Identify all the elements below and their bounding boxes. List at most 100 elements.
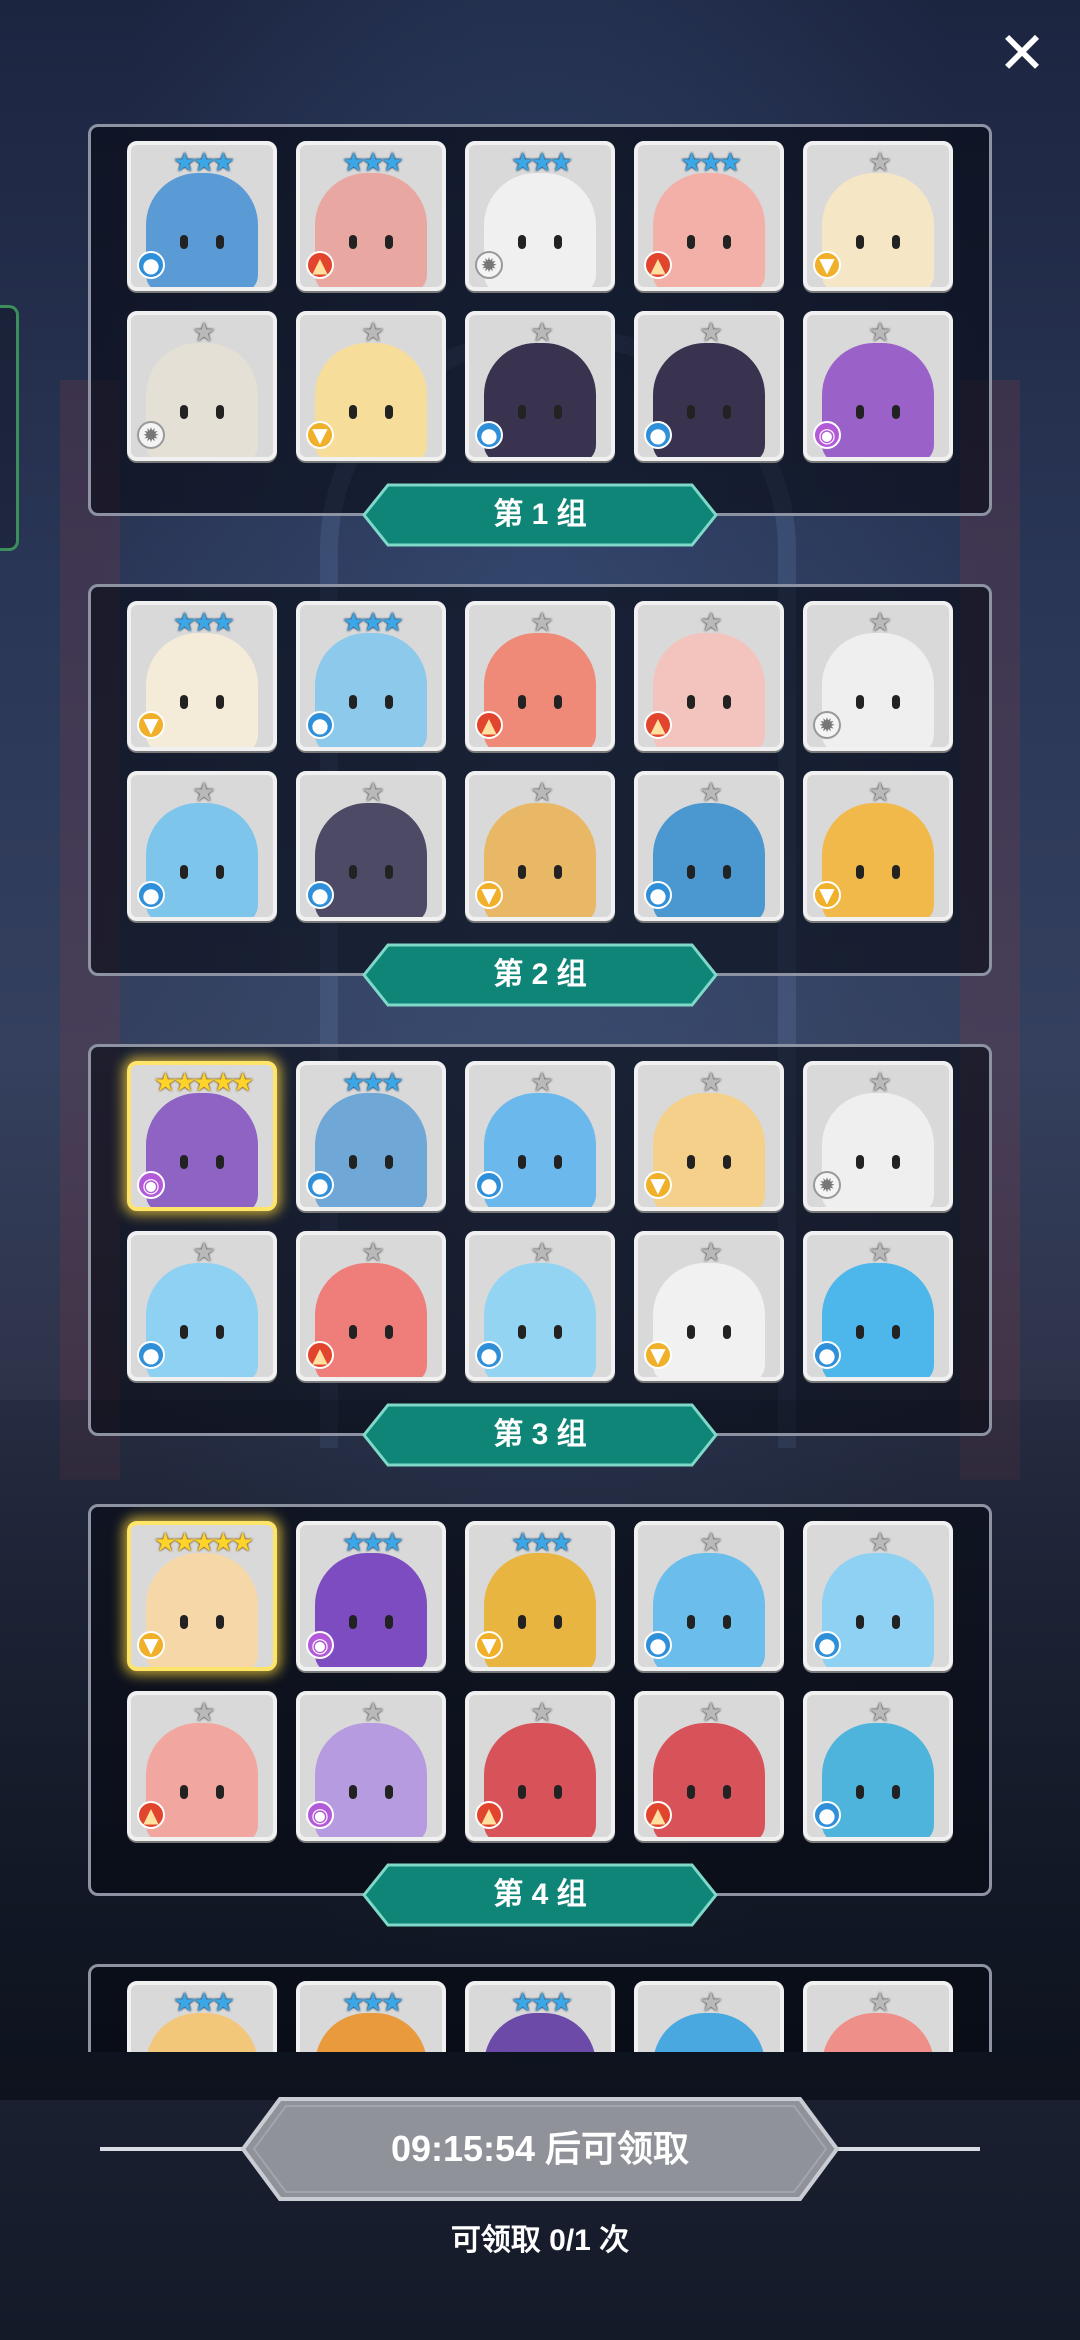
close-icon: ✕ <box>997 21 1047 86</box>
hero-card[interactable]: ★▲ <box>127 1691 277 1841</box>
hero-grid: ★★★ ● ★★★ ▲ ★★★ ✹ ★★★ ▲ ★ ▼ ★ ✹ ★ ▼ ★ ● ★ ● ★ ◉ <box>127 141 953 461</box>
star-rating: ★ <box>699 1238 722 1268</box>
hero-card[interactable]: ★● <box>634 771 784 921</box>
hero-card[interactable]: ★▲ <box>634 1691 784 1841</box>
hero-eye <box>892 1155 900 1169</box>
hero-card[interactable]: ★● <box>634 311 784 461</box>
hero-portrait <box>484 1723 596 1837</box>
hero-card[interactable]: ★● <box>803 1231 953 1381</box>
water-element-icon: ● <box>137 251 165 279</box>
hero-card[interactable]: ★▲ <box>296 1231 446 1381</box>
hero-portrait <box>146 2013 258 2052</box>
hero-card[interactable]: ★▲ <box>634 601 784 751</box>
hero-card[interactable]: ★● <box>465 311 615 461</box>
hero-eye <box>687 695 695 709</box>
hero-card[interactable]: ★ ◉ <box>296 1691 446 1841</box>
hero-portrait <box>822 803 934 917</box>
hero-portrait <box>822 1093 934 1207</box>
claim-button-label: 09:15:54 后可领取 <box>390 2128 690 2169</box>
hero-card[interactable]: ★★★◉ <box>296 1521 446 1671</box>
star-rating: ★★★★★ <box>153 1528 255 1558</box>
group-list[interactable]: ★★★ ● ★★★ ▲ ★★★ ✹ ★★★ ▲ ★ ▼ ★ ✹ ★ ▼ ★ ● ★ ● ★ ◉ 第 1 组 ★★★ ▼ ★★★… <box>0 120 1080 2052</box>
fire-element-icon: ▲ <box>306 1341 334 1369</box>
hero-card[interactable]: ★★★▼ <box>465 1521 615 1671</box>
hero-portrait <box>484 1093 596 1207</box>
group-panel: ★★★ ● ★★★ ▲ ★★★ ✹ ★★★ ▲ ★ ▼ ★ ✹ ★ ▼ ★ ● ★ ● ★ ◉ 第 1 组 <box>88 124 992 547</box>
hero-card[interactable]: ★★★ ● <box>127 141 277 291</box>
hero-eye <box>349 1325 357 1339</box>
hero-eye <box>216 1785 224 1799</box>
hero-card[interactable]: ★● <box>465 1061 615 1211</box>
group-panel: ★★★ ▼ ★★★ ● ★ ▲ ★ ▲ ★ ✹ ★ ● ★ ● ★ ▼ ★ ● ★ ▼ 第 2 组 <box>88 584 992 1007</box>
hero-portrait <box>822 633 934 747</box>
hero-eye <box>554 695 562 709</box>
hero-card[interactable]: ★ ▼ <box>803 771 953 921</box>
star-rating: ★ <box>868 1528 891 1558</box>
star-rating: ★ <box>699 1068 722 1098</box>
hero-card[interactable]: ★★★▼ <box>127 601 277 751</box>
hero-card[interactable]: ★★★◉ <box>465 1981 615 2052</box>
hero-portrait <box>146 1723 258 1837</box>
hero-card[interactable]: ★★★ ✹ <box>465 141 615 291</box>
star-rating: ★ <box>530 778 553 808</box>
dark-element-icon: ◉ <box>306 1801 334 1829</box>
hero-card[interactable]: ★★★▼ <box>127 1981 277 2052</box>
hero-card[interactable]: ★ ▼ <box>634 1231 784 1381</box>
hero-card[interactable]: ★● <box>127 771 277 921</box>
hero-card[interactable]: ★ ◉ <box>803 311 953 461</box>
star-rating: ★★★ <box>342 148 404 178</box>
hero-card[interactable]: ★★★▼ <box>296 1981 446 2052</box>
hero-card[interactable]: ★▲ <box>803 1981 953 2052</box>
hero-portrait <box>653 803 765 917</box>
hero-eye <box>385 695 393 709</box>
hero-eye <box>349 405 357 419</box>
hero-card[interactable]: ★● <box>296 771 446 921</box>
hero-card[interactable]: ★ ✹ <box>803 1061 953 1211</box>
hero-eye <box>518 865 526 879</box>
hero-eye <box>518 695 526 709</box>
hero-card[interactable]: ★ ✹ <box>127 311 277 461</box>
hero-eye <box>687 235 695 249</box>
hero-card[interactable]: ★● <box>634 1521 784 1671</box>
hero-card[interactable]: ★★★★★ ▼ <box>127 1521 277 1671</box>
hero-eye <box>554 865 562 879</box>
hero-card[interactable]: ★ ▼ <box>465 771 615 921</box>
hero-card[interactable]: ★ ✹ <box>803 601 953 751</box>
earth-element-icon: ▼ <box>813 251 841 279</box>
claim-button[interactable]: 09:15:54 后可领取 <box>240 2096 840 2202</box>
hero-eye <box>180 865 188 879</box>
hero-eye <box>723 695 731 709</box>
star-rating: ★ <box>868 1238 891 1268</box>
hero-card[interactable]: ★● <box>634 1981 784 2052</box>
star-rating: ★ <box>699 778 722 808</box>
hero-eye <box>856 1785 864 1799</box>
hero-portrait <box>484 1263 596 1377</box>
hero-eye <box>349 235 357 249</box>
star-rating: ★★★ <box>173 1988 235 2018</box>
star-rating: ★ <box>699 608 722 638</box>
hero-card[interactable]: ★▲ <box>465 601 615 751</box>
hero-card[interactable]: ★ ▼ <box>296 311 446 461</box>
hero-portrait <box>315 1093 427 1207</box>
earth-element-icon: ▼ <box>137 711 165 739</box>
hero-card[interactable]: ★ ▼ <box>634 1061 784 1211</box>
hero-card[interactable]: ★★★ ● <box>296 601 446 751</box>
hero-card[interactable]: ★● <box>127 1231 277 1381</box>
hero-card[interactable]: ★★★★★ ◉ <box>127 1061 277 1211</box>
hero-card[interactable]: ★● <box>803 1691 953 1841</box>
hero-eye <box>518 405 526 419</box>
hero-card[interactable]: ★ ▼ <box>803 141 953 291</box>
hero-card[interactable]: ★★★ ▲ <box>634 141 784 291</box>
hero-card[interactable]: ★★★ ▲ <box>296 141 446 291</box>
close-button[interactable]: ✕ <box>992 24 1052 84</box>
water-element-icon: ● <box>475 1341 503 1369</box>
hero-card[interactable]: ★★★ ● <box>296 1061 446 1211</box>
water-element-icon: ● <box>306 711 334 739</box>
hero-card[interactable]: ★● <box>803 1521 953 1671</box>
hero-card[interactable]: ★▲ <box>465 1691 615 1841</box>
hero-eye <box>723 1325 731 1339</box>
hero-eye <box>180 1155 188 1169</box>
hero-card[interactable]: ★● <box>465 1231 615 1381</box>
hero-eye <box>180 235 188 249</box>
hero-eye <box>723 1785 731 1799</box>
